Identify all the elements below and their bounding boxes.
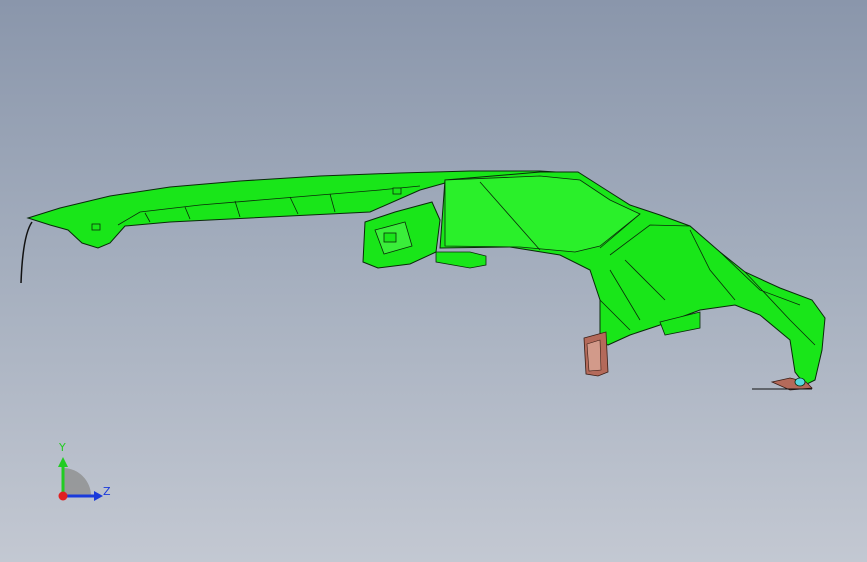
graphics-viewport[interactable]: Y Z <box>0 0 867 562</box>
cable-wire <box>20 221 33 284</box>
right-end-hole <box>794 377 806 387</box>
y-axis-arrowhead <box>58 457 68 467</box>
cad-model[interactable] <box>0 0 867 562</box>
bracket-hole <box>383 232 397 243</box>
triad-quadrant <box>63 468 91 496</box>
arm-slot <box>392 187 402 195</box>
bracket-tab <box>435 251 487 269</box>
z-axis-arrowhead <box>94 491 103 501</box>
z-axis-label: Z <box>103 485 111 498</box>
axis-triad: Y Z <box>44 438 124 518</box>
arm-hole <box>91 223 101 231</box>
triad-graphic <box>58 457 103 501</box>
y-axis-label: Y <box>59 441 66 454</box>
x-axis-dot <box>58 491 68 501</box>
lower-bracket-left-face <box>586 339 602 372</box>
